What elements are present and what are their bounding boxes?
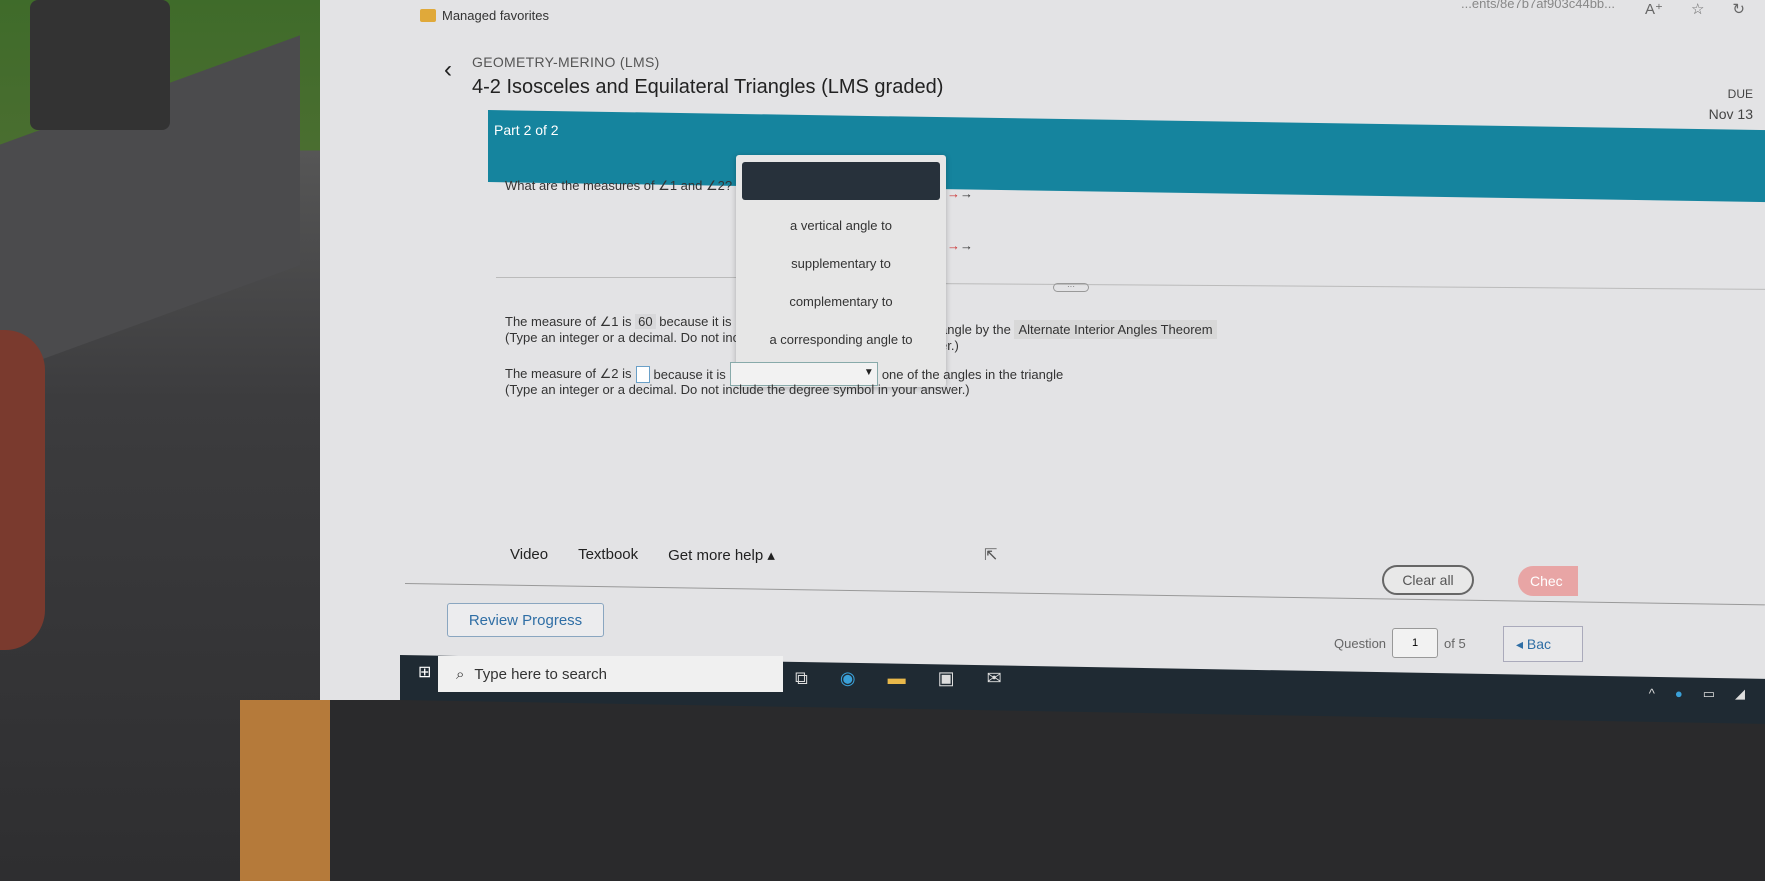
search-icon: ⌕	[456, 665, 465, 683]
taskbar-search[interactable]: ⌕ Type here to search	[438, 656, 783, 692]
battery-icon[interactable]: ▭	[1703, 686, 1715, 702]
favorites-label: Managed favorites	[442, 8, 549, 23]
answer1-line: The measure of ∠1 is 60 because it is	[505, 314, 732, 330]
photo-object	[30, 0, 170, 130]
task-view-icon[interactable]: ⧉	[795, 668, 808, 689]
assignment-title: 4-2 Isosceles and Equilateral Triangles …	[472, 76, 944, 98]
photo-desk	[240, 700, 330, 881]
system-tray: ^ ● ▭ ◢	[1649, 686, 1745, 702]
onedrive-icon[interactable]: ●	[1675, 686, 1683, 702]
question-prompt: What are the measures of ∠1 and ∠2?	[505, 178, 733, 193]
check-answer-button[interactable]: Chec	[1518, 566, 1578, 596]
tray-chevron-icon[interactable]: ^	[1649, 686, 1655, 702]
taskbar-apps: ⧉ ◉ ▬ ▣ ✉	[795, 668, 1002, 689]
help-tools: Video Textbook Get more help ▴	[510, 546, 775, 564]
answer1-theorem-line: angle by the Alternate Interior Angles T…	[940, 320, 1217, 339]
browser-toolbar-icons: A⁺ ☆ ↻	[1645, 0, 1745, 18]
dropdown-option[interactable]: a vertical angle to	[736, 207, 946, 245]
answer1-suffix: because it is	[659, 314, 732, 329]
divider	[496, 277, 746, 278]
folder-icon	[420, 9, 436, 22]
favorite-star-icon[interactable]: ☆	[1691, 0, 1704, 18]
search-placeholder: Type here to search	[474, 665, 607, 683]
dropdown-option[interactable]: a corresponding angle to	[736, 321, 946, 359]
file-explorer-icon[interactable]: ▬	[888, 668, 906, 689]
mail-icon[interactable]: ✉	[987, 668, 1002, 689]
course-name: GEOMETRY-MERINO (LMS)	[472, 54, 660, 70]
question-navigator: Question of 5	[1334, 628, 1466, 658]
get-more-help-link[interactable]: Get more help ▴	[668, 546, 775, 564]
address-bar[interactable]: ...ents/8e7b7af903c44bb...	[1461, 0, 1615, 11]
answer2-prefix: The measure of ∠2 is	[505, 366, 632, 381]
theorem-dropdown[interactable]: Alternate Interior Angles Theorem	[1014, 320, 1217, 339]
angle1-input[interactable]: 60	[635, 314, 656, 329]
due-label: DUE	[1727, 87, 1753, 101]
question-label: Question	[1334, 635, 1387, 651]
clear-all-button[interactable]: Clear all	[1382, 565, 1474, 595]
store-icon[interactable]: ▣	[938, 668, 955, 689]
due-value: Nov 13	[1708, 106, 1753, 122]
part-label: Part 2 of 2	[494, 122, 559, 138]
angle2-input[interactable]	[635, 365, 650, 383]
review-progress-button[interactable]: Review Progress	[447, 603, 604, 637]
network-icon[interactable]: ◢	[1735, 686, 1745, 702]
expand-more-button[interactable]: ···	[1053, 283, 1089, 292]
favorites-bar-item[interactable]: Managed favorites	[420, 8, 549, 23]
answer1-hint: (Type an integer or a decimal. Do not in…	[505, 330, 740, 345]
answer1-prefix: The measure of ∠1 is	[505, 314, 632, 329]
photo-red-object	[0, 330, 45, 650]
back-chevron-icon[interactable]: ‹	[444, 56, 452, 84]
edge-browser-icon[interactable]: ◉	[840, 668, 856, 689]
question-total: of 5	[1444, 635, 1466, 651]
mouse-cursor-icon: ⇱	[984, 547, 998, 564]
back-button[interactable]: ◂ Bac	[1503, 626, 1583, 662]
question-number-input[interactable]	[1392, 628, 1439, 658]
read-aloud-icon[interactable]: A⁺	[1645, 0, 1663, 18]
windows-start-icon[interactable]: ⊞	[418, 662, 431, 682]
arrow-icon: →→	[947, 186, 973, 201]
answer1-tail: angle by the	[940, 322, 1011, 337]
answer2-middle: because it is	[653, 366, 726, 382]
dropdown-option[interactable]: complementary to	[736, 283, 946, 321]
arrow-icon: →→	[947, 238, 973, 253]
dropdown-highlighted-option[interactable]	[742, 162, 940, 200]
due-date: DUE Nov 13	[1709, 84, 1753, 125]
reason-dropdown-menu: a vertical angle to supplementary to com…	[736, 155, 946, 387]
dropdown-option[interactable]: supplementary to	[736, 245, 946, 283]
video-link[interactable]: Video	[510, 546, 548, 564]
answer2-hint: (Type an integer or a decimal. Do not in…	[505, 382, 970, 397]
refresh-icon[interactable]: ↻	[1732, 0, 1745, 18]
textbook-link[interactable]: Textbook	[578, 546, 638, 564]
answer2-suffix: one of the angles in the triangle	[881, 366, 1064, 382]
screen: Managed favorites ...ents/8e7b7af903c44b…	[320, 0, 1765, 700]
